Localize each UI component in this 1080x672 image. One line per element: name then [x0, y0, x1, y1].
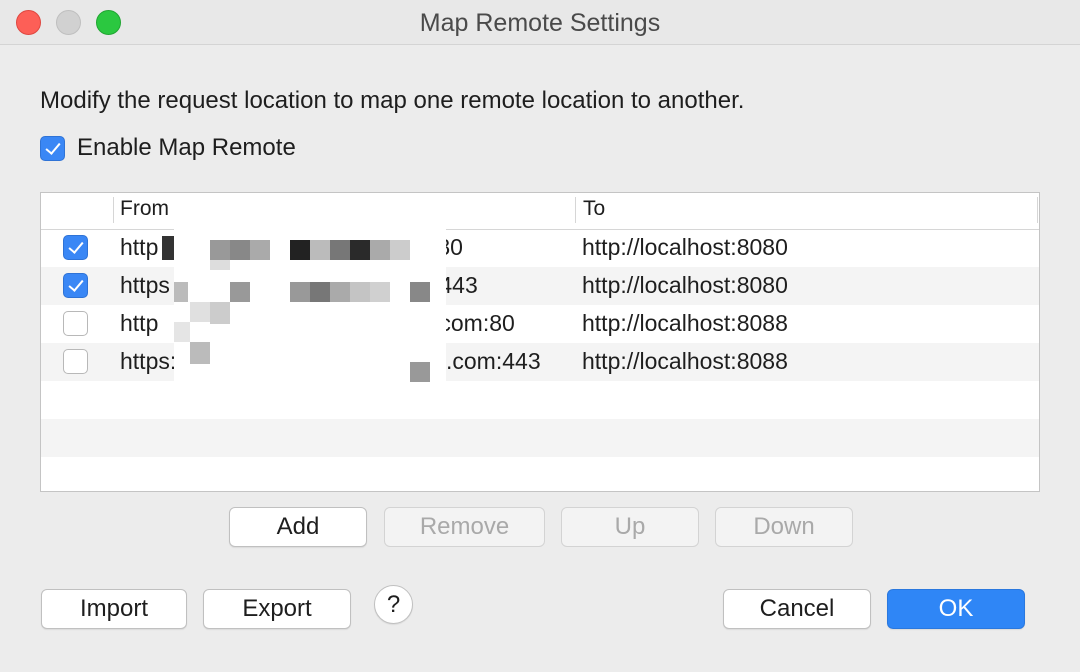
to-cell: http://localhost:8088 — [582, 310, 788, 336]
help-button[interactable]: ? — [374, 585, 413, 624]
from-cell: http — [120, 310, 159, 336]
from-cell: https — [120, 272, 170, 298]
row-enabled-checkbox[interactable] — [63, 235, 88, 260]
column-separator — [575, 197, 576, 223]
enable-map-remote-label[interactable]: Enable Map Remote — [77, 134, 296, 162]
from-cell: http — [120, 234, 159, 260]
remove-button[interactable]: Remove — [384, 507, 545, 547]
empty-row — [41, 419, 1039, 457]
to-cell: http://localhost:8080 — [582, 272, 788, 298]
empty-row — [41, 381, 1039, 419]
window-title: Map Remote Settings — [419, 9, 661, 37]
row-enabled-checkbox[interactable] — [63, 311, 88, 336]
enable-map-remote-row[interactable]: Enable Map Remote — [40, 134, 296, 162]
export-button[interactable]: Export — [203, 589, 351, 629]
to-cell: http://localhost:8080 — [582, 234, 788, 260]
row-enabled-checkbox[interactable] — [63, 349, 88, 374]
description-text: Modify the request location to map one r… — [40, 87, 745, 114]
empty-row — [41, 457, 1039, 491]
from-cell-suffix: .com:443 — [446, 348, 541, 374]
ok-button[interactable]: OK — [887, 589, 1025, 629]
cancel-button[interactable]: Cancel — [723, 589, 871, 629]
up-button[interactable]: Up — [561, 507, 699, 547]
row-enabled-checkbox[interactable] — [63, 273, 88, 298]
column-header-to[interactable]: To — [583, 197, 605, 221]
column-header-from[interactable]: From — [120, 197, 169, 221]
redaction-mosaic — [162, 198, 446, 382]
import-button[interactable]: Import — [41, 589, 187, 629]
down-button[interactable]: Down — [715, 507, 853, 547]
column-separator — [1037, 197, 1038, 223]
to-cell: http://localhost:8088 — [582, 348, 788, 374]
column-separator — [113, 197, 114, 223]
enable-map-remote-checkbox[interactable] — [40, 135, 65, 161]
from-cell: https: — [120, 348, 177, 374]
add-button[interactable]: Add — [229, 507, 367, 547]
title-bar: Map Remote Settings — [0, 0, 1080, 45]
